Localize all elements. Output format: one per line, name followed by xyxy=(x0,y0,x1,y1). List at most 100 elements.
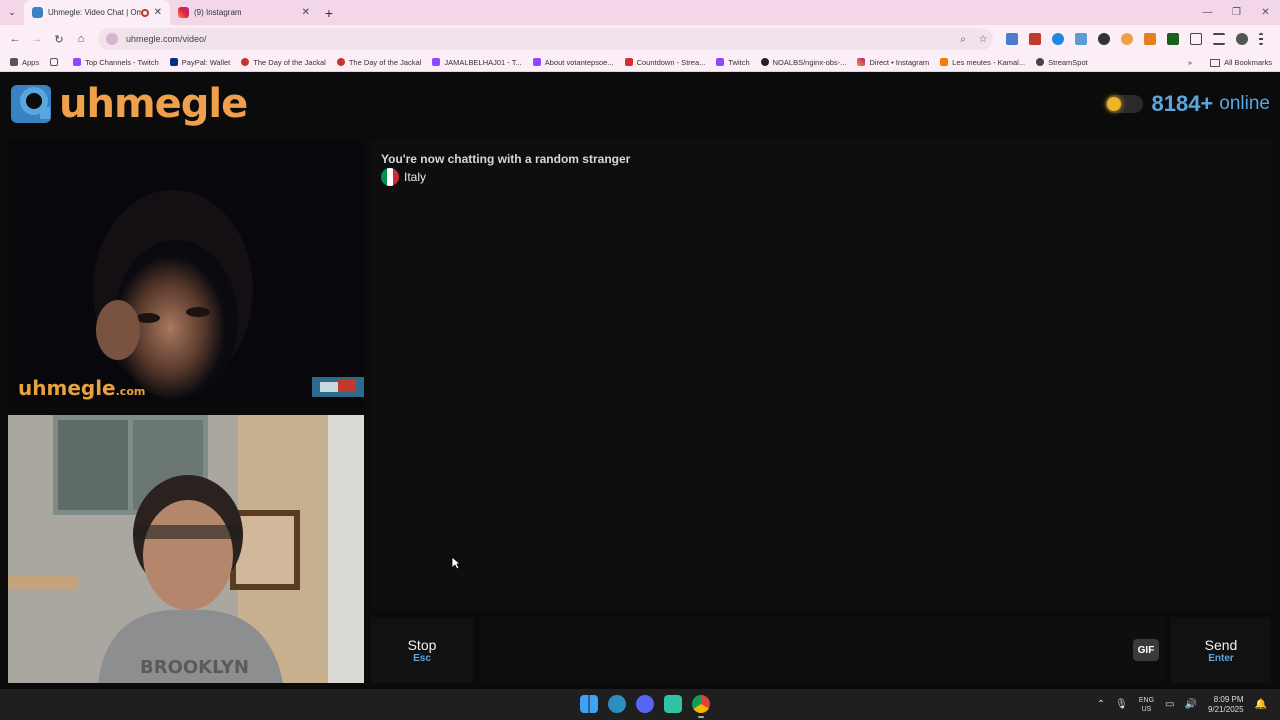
instagram-favicon-icon xyxy=(178,7,189,18)
gif-button[interactable]: GIF xyxy=(1133,639,1159,661)
language-indicator[interactable]: ENG US xyxy=(1139,696,1154,714)
address-bar[interactable]: uhmegle.com/video/ ⌕ ☆ xyxy=(98,28,993,50)
stranger-video: uhmegle.com xyxy=(8,140,364,408)
streamlabs-icon[interactable] xyxy=(664,695,682,713)
bookmark-item[interactable]: Les meutes - Kamal... xyxy=(940,58,1025,67)
bookmark-item[interactable]: Twitch xyxy=(716,57,750,67)
sun-icon xyxy=(1107,97,1122,111)
country-name: Italy xyxy=(404,170,427,184)
instagram-icon xyxy=(857,58,866,66)
more-bookmarks-icon[interactable]: » xyxy=(1188,58,1192,67)
bookmark-star-icon[interactable]: ☆ xyxy=(973,34,993,45)
extension-screen-icon[interactable] xyxy=(1075,33,1087,45)
discord-icon[interactable] xyxy=(636,695,654,713)
show-hidden-icons-icon[interactable]: ⌃ xyxy=(1097,699,1105,710)
microphone-icon[interactable]: 🎙 xyxy=(1115,699,1128,710)
chat-log: You're now chatting with a random strang… xyxy=(371,140,1271,610)
tab-groups-icon xyxy=(50,58,59,66)
windows-start-icon[interactable] xyxy=(580,695,598,713)
bookmark-item[interactable]: JAMALBELHAJ01 - T... xyxy=(432,58,522,67)
extension-audio-icon[interactable] xyxy=(1006,33,1018,45)
extension-panda-icon[interactable] xyxy=(1098,33,1110,45)
chat-status-message: You're now chatting with a random strang… xyxy=(381,152,631,166)
bookmark-item[interactable]: About votantepsoe... xyxy=(532,57,614,67)
twitch-icon xyxy=(432,58,441,66)
system-clock[interactable]: 8:09 PM 9/21/2025 xyxy=(1208,695,1244,715)
logo-text: uhmegle xyxy=(59,81,248,127)
extension-green-icon[interactable] xyxy=(1167,33,1179,45)
bookmark-label: NOALBS/nginx-obs-... xyxy=(772,57,847,67)
bookmark-item[interactable]: StreamSpot xyxy=(1036,58,1088,67)
bookmark-grid[interactable] xyxy=(50,58,62,66)
all-bookmarks-button[interactable]: All Bookmarks xyxy=(1224,58,1272,67)
self-video-frame: BROOKLYN xyxy=(8,415,364,683)
bookmark-item[interactable]: The Day of the Jackal xyxy=(241,58,326,67)
minimize-icon[interactable]: — xyxy=(1193,0,1222,25)
taskbar-apps xyxy=(575,695,715,718)
stop-shortcut: Esc xyxy=(413,652,431,664)
tab-uhmegle[interactable]: Uhmegle: Video Chat | Ome ✕ xyxy=(24,0,170,25)
close-window-icon[interactable]: ✕ xyxy=(1251,0,1280,25)
bookmark-item[interactable]: Top Channels - Twitch xyxy=(73,58,159,67)
notification-bell-icon[interactable]: 🔔 xyxy=(1255,699,1267,710)
twitch-icon xyxy=(716,58,725,66)
zoom-icon[interactable]: ⌕ xyxy=(953,34,973,45)
bookmark-item[interactable]: PayPal: Wallet xyxy=(169,58,230,67)
new-tab-button[interactable]: + xyxy=(318,5,340,21)
lang-region: US xyxy=(1141,705,1152,713)
forward-icon[interactable]: → xyxy=(26,33,48,45)
send-button[interactable]: Send Enter xyxy=(1171,617,1271,683)
extension-blue-icon[interactable] xyxy=(1052,33,1064,45)
logo-chat-bubble-icon xyxy=(11,85,51,123)
extension-multi-icon[interactable] xyxy=(1144,33,1156,45)
bookmark-item[interactable]: Direct • Instagram xyxy=(857,58,929,67)
bookmark-label: StreamSpot xyxy=(1048,57,1088,67)
media-controls-icon[interactable] xyxy=(1213,33,1225,45)
svg-text:BROOKLYN: BROOKLYN xyxy=(140,657,249,678)
site-logo[interactable]: uhmegle xyxy=(10,81,248,127)
uhmegle-watermark: uhmegle.com xyxy=(18,376,145,400)
chrome-icon[interactable] xyxy=(692,695,710,718)
theme-toggle[interactable] xyxy=(1105,95,1144,113)
close-tab-icon[interactable]: ✕ xyxy=(154,7,162,18)
dps-icon xyxy=(624,58,633,66)
back-icon[interactable]: ← xyxy=(4,33,26,45)
extension-orange-icon[interactable] xyxy=(1121,33,1133,45)
video-icon xyxy=(241,58,250,66)
clock-time: 8:09 PM xyxy=(1213,694,1244,704)
bookmark-label: Twitch xyxy=(728,57,750,67)
home-icon[interactable]: ⌂ xyxy=(70,33,92,45)
bookmark-item[interactable]: NOALBS/nginx-obs-... xyxy=(760,57,847,67)
bookmark-item[interactable]: The Day of the Jackal xyxy=(336,58,421,67)
bookmark-apps[interactable]: Apps xyxy=(10,58,39,67)
tab-instagram[interactable]: (9) Instagram ✕ xyxy=(170,0,318,25)
menu-kebab-icon[interactable] xyxy=(1259,33,1263,45)
tab-search-button[interactable]: ⌄ xyxy=(0,0,24,25)
folder-icon xyxy=(1210,58,1221,67)
bookmark-item[interactable]: Countdown - Strea... xyxy=(624,58,705,67)
url-text[interactable]: uhmegle.com/video/ xyxy=(126,34,953,44)
globe-icon xyxy=(1036,58,1045,66)
profile-avatar-icon[interactable] xyxy=(1236,33,1248,45)
message-input[interactable] xyxy=(480,617,1164,683)
stranger-video-frame xyxy=(8,140,364,408)
bookmarks-right: » All Bookmarks xyxy=(1188,53,1272,72)
browser-toolbar: ← → ↻ ⌂ uhmegle.com/video/ ⌕ ☆ xyxy=(0,25,1280,53)
volume-icon[interactable]: 🔊 xyxy=(1185,699,1197,710)
bookmarks-bar: Apps Top Channels - Twitch PayPal: Walle… xyxy=(0,53,1280,72)
extension-red-icon[interactable] xyxy=(1029,33,1041,45)
site-info-icon[interactable] xyxy=(106,33,118,45)
restore-icon[interactable]: ❐ xyxy=(1222,0,1251,25)
stop-label: Stop xyxy=(407,636,437,653)
online-label: online xyxy=(1219,93,1270,114)
watermark-text: uhmegle xyxy=(18,376,116,400)
reload-icon[interactable]: ↻ xyxy=(48,33,70,46)
stop-button[interactable]: Stop Esc xyxy=(371,617,473,683)
close-tab-icon[interactable]: ✕ xyxy=(302,7,310,18)
bookmark-label: Les meutes - Kamal... xyxy=(952,57,1026,67)
extensions-puzzle-icon[interactable] xyxy=(1190,33,1202,45)
edge-icon[interactable] xyxy=(608,695,626,713)
bookmark-label: About votantepsoe... xyxy=(544,57,614,67)
mouse-cursor-icon xyxy=(451,556,461,570)
network-icon[interactable]: ▭ xyxy=(1165,699,1174,710)
